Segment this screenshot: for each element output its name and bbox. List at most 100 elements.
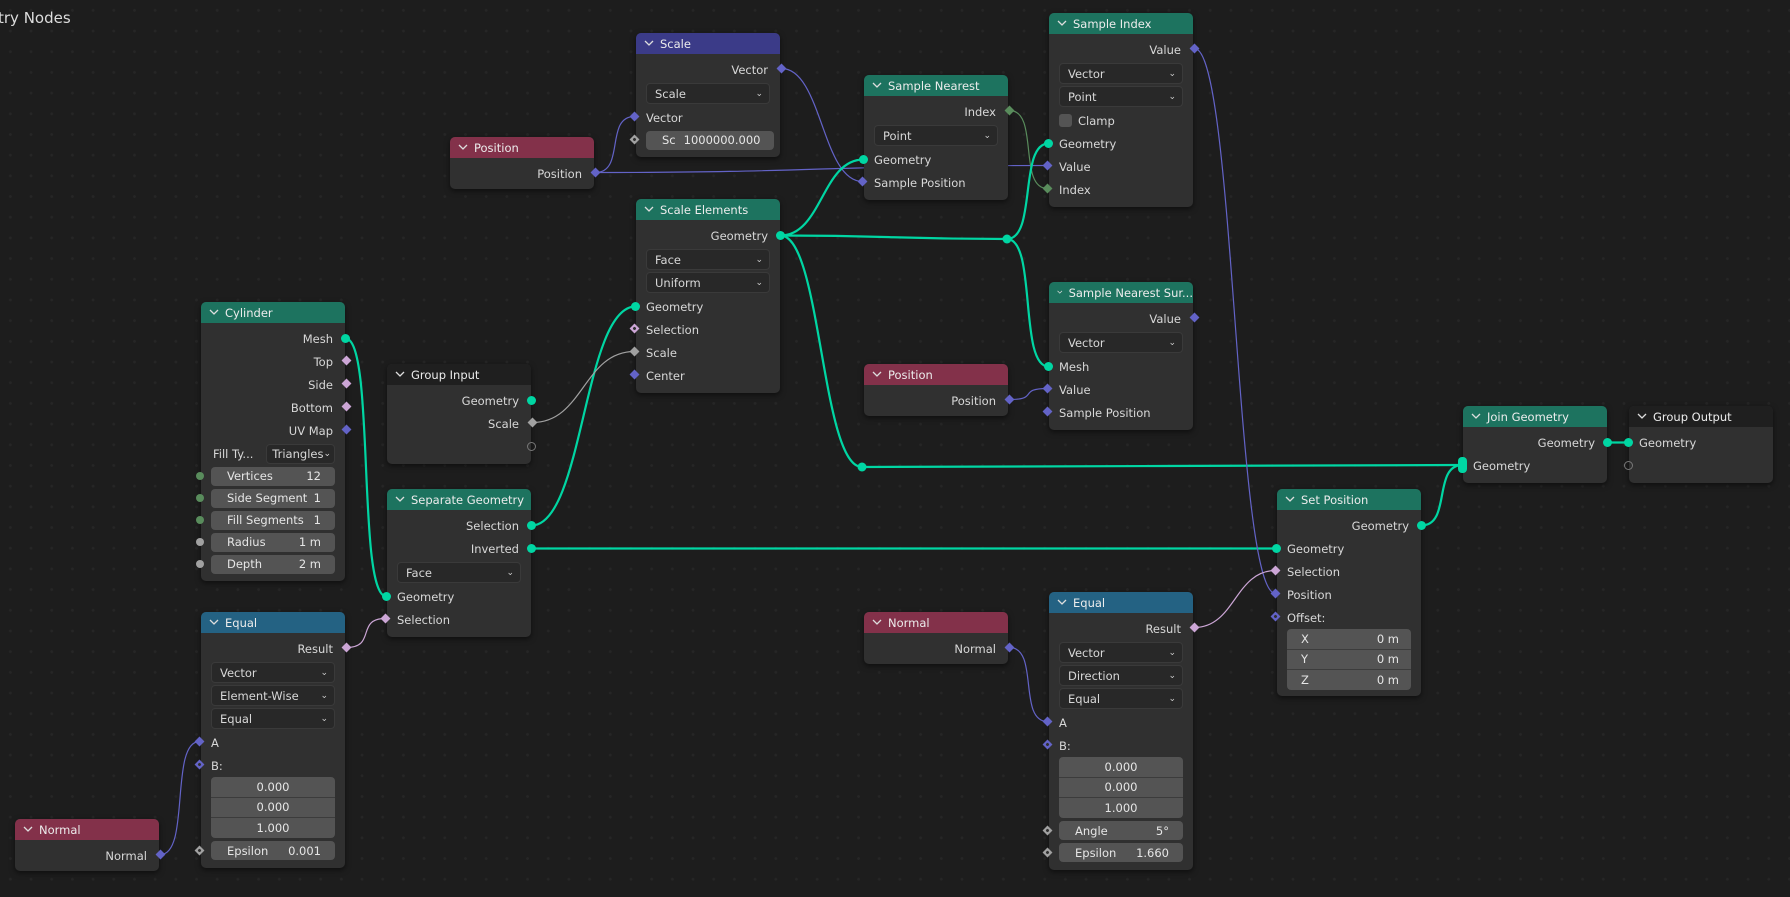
mode-dropdown[interactable]: Element-Wise ⌄	[211, 685, 335, 706]
node-header[interactable]: Position	[864, 364, 1008, 385]
output-value-socket[interactable]	[1189, 43, 1200, 54]
collapse-chevron-icon[interactable]	[458, 142, 468, 152]
collapse-chevron-icon[interactable]	[395, 494, 405, 504]
operation-dropdown[interactable]: Equal ⌄	[1059, 688, 1183, 709]
collapse-chevron-icon[interactable]	[644, 38, 654, 48]
collapse-chevron-icon[interactable]	[1057, 287, 1063, 297]
link-sample-index-to-set-position[interactable]	[1194, 47, 1276, 595]
scale-socket[interactable]	[629, 134, 640, 145]
b-z-field[interactable]: 1.000	[211, 818, 335, 838]
link-geometry-to-reroute-low[interactable]	[780, 234, 863, 469]
epsilon-field[interactable]: Epsilon 0.001	[211, 841, 335, 860]
node-compare-equal[interactable]: Equal Result Vector ⌄ Element-Wise ⌄ Equal…	[194, 612, 352, 868]
collapse-chevron-icon[interactable]	[1057, 18, 1067, 28]
node-set-position[interactable]: Set Position Geometry Geometry Selection…	[1270, 489, 1426, 696]
input-geometry-socket[interactable]	[1272, 544, 1281, 553]
collapse-chevron-icon[interactable]	[872, 80, 882, 90]
collapse-chevron-icon[interactable]	[644, 204, 654, 214]
collapse-chevron-icon[interactable]	[872, 369, 882, 379]
link-normal-to-equal-right[interactable]	[1009, 646, 1048, 723]
input-value-socket[interactable]	[1042, 160, 1053, 171]
scale-field[interactable]: Sc 1000000.000	[646, 130, 775, 150]
input-selection-socket[interactable]	[629, 323, 640, 334]
link-reroute-to-join[interactable]	[861, 463, 1463, 469]
operation-dropdown[interactable]: Equal ⌄	[211, 708, 335, 729]
link-selection-to-scale-elements[interactable]	[531, 305, 636, 527]
epsilon-socket[interactable]	[1042, 847, 1053, 857]
node-header[interactable]: Equal	[1049, 592, 1193, 613]
input-vector-socket[interactable]	[629, 111, 640, 122]
radius-field[interactable]: Radius 1 m	[211, 532, 335, 552]
link-reroute-to-surface[interactable]	[1006, 237, 1049, 368]
output-normal-socket[interactable]	[155, 849, 166, 860]
domain-dropdown[interactable]: Point ⌄	[1059, 86, 1183, 107]
input-position-socket[interactable]	[1270, 588, 1281, 599]
link-index[interactable]	[1009, 109, 1048, 190]
input-selection-socket[interactable]	[1270, 565, 1281, 576]
b-vector-field[interactable]: 0.000 0.000 1.000	[211, 777, 335, 838]
scale-mode-dropdown[interactable]: Uniform ⌄	[646, 272, 770, 293]
output-geometry-socket[interactable]	[1417, 521, 1426, 530]
b-x-field[interactable]: 0.000	[1059, 757, 1183, 778]
empty-socket[interactable]	[527, 442, 536, 451]
node-header[interactable]: Set Position	[1277, 489, 1421, 510]
node-header[interactable]: Scale Elements	[636, 199, 780, 220]
epsilon-field[interactable]: Epsilon 1.660	[1059, 843, 1183, 862]
node-sample-nearest[interactable]: Sample Nearest Index Point ⌄ Geometry Sam…	[857, 75, 1015, 200]
link-position-to-surface[interactable]	[1009, 387, 1048, 401]
collapse-chevron-icon[interactable]	[209, 307, 219, 317]
reroute-node[interactable]	[1002, 234, 1012, 244]
side-segments-socket[interactable]	[196, 494, 204, 502]
node-position[interactable]: Position Position	[450, 137, 601, 189]
input-b-socket[interactable]	[194, 759, 205, 770]
link-set-position-to-join[interactable]	[1421, 463, 1463, 527]
b-vector-field[interactable]: 0.000 0.000 1.000	[1059, 757, 1183, 818]
output-result-socket[interactable]	[341, 642, 352, 653]
output-normal-socket[interactable]	[1004, 642, 1015, 653]
collapse-chevron-icon[interactable]	[209, 617, 219, 627]
side-segments-field[interactable]: Side Segment 1	[211, 488, 335, 508]
input-a-socket[interactable]	[1042, 716, 1053, 727]
empty-socket[interactable]	[1624, 461, 1633, 470]
node-header[interactable]: Normal	[15, 819, 159, 840]
data-type-dropdown[interactable]: Vector ⌄	[1059, 63, 1183, 84]
link-position-to-scale[interactable]	[595, 115, 635, 174]
b-x-field[interactable]: 0.000	[211, 777, 335, 798]
reroute-node[interactable]	[857, 462, 867, 472]
collapse-chevron-icon[interactable]	[23, 824, 33, 834]
collapse-chevron-icon[interactable]	[872, 617, 882, 627]
fill-segments-field[interactable]: Fill Segments 1	[211, 510, 335, 530]
collapse-chevron-icon[interactable]	[1637, 411, 1647, 421]
offset-x-field[interactable]: X 0 m	[1287, 629, 1411, 650]
domain-dropdown[interactable]: Face ⌄	[646, 249, 770, 270]
output-top-socket[interactable]	[341, 355, 352, 366]
output-side-socket[interactable]	[341, 378, 352, 389]
link-geometry-to-reroute[interactable]	[780, 234, 1008, 241]
link-normal-to-equal-left[interactable]	[160, 740, 200, 856]
vertices-field[interactable]: Vertices 12	[211, 466, 335, 486]
output-geometry-socket[interactable]	[527, 396, 536, 405]
node-compare-equal[interactable]: Equal Result Vector ⌄ Direction ⌄ Equal ⌄ A…	[1042, 592, 1200, 870]
input-index-socket[interactable]	[1042, 183, 1053, 194]
input-b-socket[interactable]	[1042, 739, 1053, 750]
input-scale-socket[interactable]	[629, 346, 640, 357]
output-index-socket[interactable]	[1004, 105, 1015, 116]
offset-y-field[interactable]: Y 0 m	[1287, 649, 1411, 670]
node-join-geometry[interactable]: Join Geometry Geometry Geometry	[1458, 406, 1612, 483]
node-vector-scale[interactable]: Scale Vector Scale ⌄ Vector Sc 1000000.000	[629, 33, 787, 157]
output-vector-socket[interactable]	[776, 63, 787, 74]
output-geometry-socket[interactable]	[1603, 438, 1612, 447]
link-equal-to-separate[interactable]	[346, 617, 386, 649]
input-sample-position-socket[interactable]	[857, 176, 868, 187]
vertices-socket[interactable]	[196, 472, 204, 480]
input-geometry-multi-socket[interactable]	[1458, 457, 1467, 473]
data-type-dropdown[interactable]: Vector ⌄	[1059, 642, 1183, 663]
input-geometry-socket[interactable]	[1044, 139, 1053, 148]
output-selection-socket[interactable]	[527, 521, 536, 530]
input-geometry-socket[interactable]	[859, 155, 868, 164]
mode-dropdown[interactable]: Direction ⌄	[1059, 665, 1183, 686]
output-position-socket[interactable]	[590, 167, 601, 178]
output-result-socket[interactable]	[1189, 622, 1200, 633]
fill-segments-socket[interactable]	[196, 516, 204, 524]
input-a-socket[interactable]	[194, 736, 205, 747]
